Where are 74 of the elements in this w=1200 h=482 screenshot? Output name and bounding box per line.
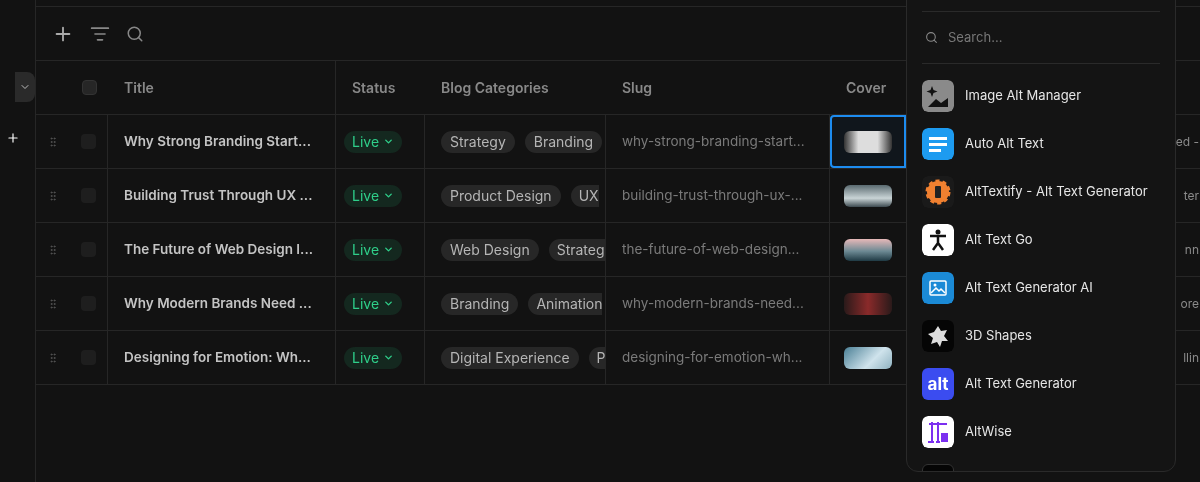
add-button[interactable] <box>5 130 21 146</box>
title-cell-text: The Future of Web Design I... <box>124 240 313 260</box>
photo-placeholder <box>844 184 892 207</box>
chevron-down-icon <box>383 136 395 147</box>
category-tag: Branding <box>441 292 519 315</box>
app-list-item[interactable]: AltTextify - Alt Text Generator <box>922 176 1160 208</box>
column-header[interactable]: Status <box>352 77 396 98</box>
category-tag: Animation <box>528 292 603 315</box>
image-icon <box>922 272 954 304</box>
drag-handle-icon[interactable] <box>47 135 59 148</box>
text-lines-icon <box>922 128 954 160</box>
chevron-down-icon <box>383 298 395 309</box>
status-badge[interactable]: Live <box>344 184 403 207</box>
accessibility-person-icon <box>922 224 954 256</box>
category-tag: Web Design <box>441 238 539 261</box>
category-tag: P <box>588 346 605 369</box>
column-header[interactable]: Title <box>124 77 154 98</box>
slug-cell-text: why-modern-brands-need... <box>622 294 804 314</box>
gear-icon <box>922 176 954 208</box>
search-button[interactable] <box>126 24 144 43</box>
category-tag: Strateg <box>548 238 605 261</box>
category-tag: Strategy <box>441 130 515 153</box>
title-cell-text: Building Trust Through UX ... <box>124 186 313 206</box>
search-icon <box>925 31 938 44</box>
chevron-down-icon <box>383 190 395 201</box>
table-cell: ore <box>1180 294 1199 313</box>
slug-cell-text: the-future-of-web-design... <box>622 240 800 260</box>
slug-cell-text: why-strong-branding-start... <box>622 132 805 152</box>
table-cell: llin <box>1183 348 1199 367</box>
app-list-item[interactable]: AltWise <box>922 416 1160 448</box>
photo-placeholder <box>844 292 892 315</box>
category-tag: UX <box>570 184 599 207</box>
status-badge[interactable]: Live <box>344 346 403 369</box>
table-cell: ter <box>1183 186 1199 205</box>
column-header[interactable]: Blog Categories <box>441 77 549 98</box>
column-header[interactable]: Slug <box>622 77 653 98</box>
status-badge[interactable]: Live <box>344 130 403 153</box>
app-list-item[interactable]: Alt Text Go <box>922 224 1160 256</box>
scale-icon <box>922 416 954 448</box>
drag-handle-icon[interactable] <box>47 189 59 202</box>
table-cell: nn <box>1184 240 1199 259</box>
photo-placeholder <box>844 346 892 369</box>
app-list-item[interactable]: Image Alt Manager <box>922 80 1160 112</box>
app-list-item[interactable]: Alt Text Generator AI <box>922 272 1160 304</box>
category-tag: Branding <box>524 130 603 153</box>
title-cell-text: Designing for Emotion: Wh... <box>124 348 311 368</box>
app-logo: alt <box>922 368 954 400</box>
sparkle-image-icon <box>922 80 954 112</box>
chevron-down-icon <box>383 352 395 363</box>
category-tag: Digital Experience <box>441 346 579 369</box>
chevron-down-icon <box>383 244 395 255</box>
cover-cell[interactable] <box>830 115 906 168</box>
status-badge[interactable]: Live <box>344 238 403 261</box>
drag-handle-icon[interactable] <box>47 243 59 256</box>
table-cell: ed - <box>1175 132 1199 151</box>
title-cell-text: Why Modern Brands Need ... <box>124 294 312 314</box>
status-badge[interactable]: Live <box>344 292 403 315</box>
photo-placeholder <box>844 130 892 153</box>
app-list-item[interactable]: Auto Alt Text <box>922 128 1160 160</box>
drag-handle-icon[interactable] <box>47 351 59 364</box>
photo-placeholder <box>844 238 892 261</box>
checkbox[interactable] <box>81 80 97 95</box>
search-field[interactable]: Search... <box>948 27 1148 48</box>
app-list-item[interactable]: alt Alt Text Generator <box>922 368 1160 400</box>
app-list-item[interactable]: 3D Shapes <box>922 320 1160 352</box>
search-icon <box>126 24 144 43</box>
plus-icon <box>6 131 20 145</box>
slug-cell-text: building-trust-through-ux-... <box>622 186 803 206</box>
category-tag: Product Design <box>441 184 561 207</box>
dropdown-button[interactable] <box>15 72 35 102</box>
title-cell-text: Why Strong Branding Start... <box>124 132 311 152</box>
slug-cell-text: designing-for-emotion-wh... <box>622 348 803 368</box>
column-header[interactable]: Cover <box>846 77 887 98</box>
drag-handle-icon[interactable] <box>47 297 59 310</box>
